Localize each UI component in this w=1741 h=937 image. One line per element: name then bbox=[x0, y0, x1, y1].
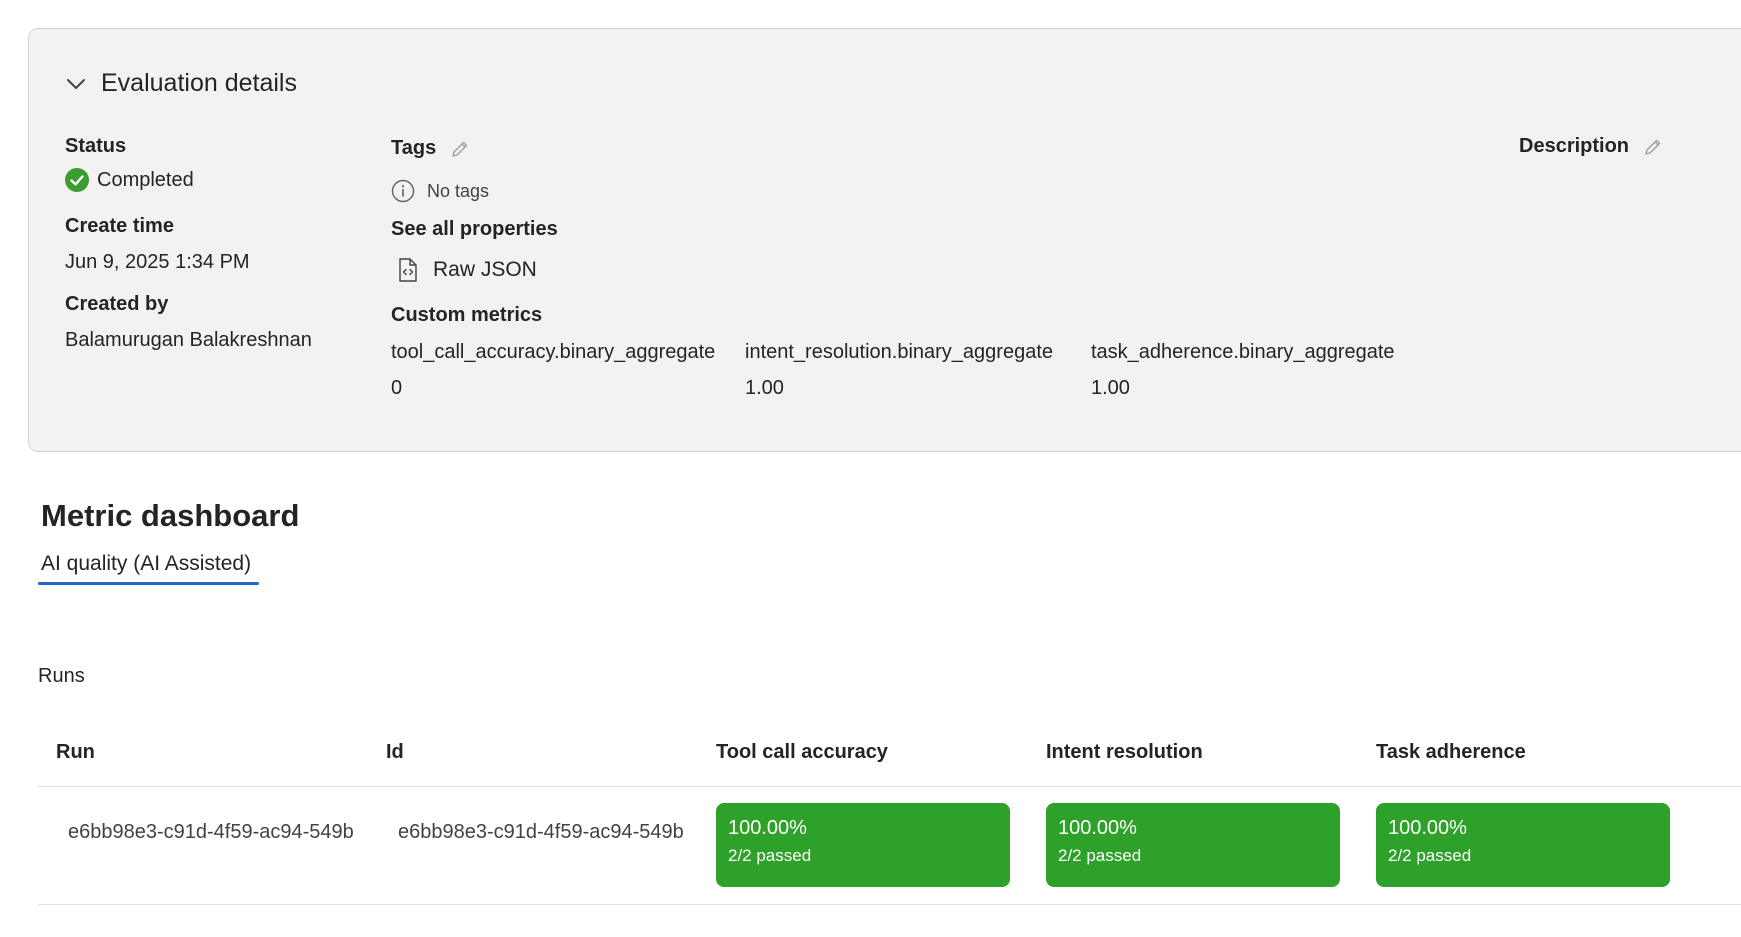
created-by-label: Created by bbox=[65, 293, 169, 315]
custom-metric-value: 0 bbox=[391, 377, 403, 399]
no-tags-row: No tags bbox=[391, 179, 489, 203]
evaluation-details-title: Evaluation details bbox=[101, 69, 297, 97]
table-header-divider bbox=[38, 786, 1741, 787]
score-percent: 100.00% bbox=[728, 817, 807, 839]
score-percent: 100.00% bbox=[1058, 817, 1137, 839]
no-tags-text: No tags bbox=[427, 180, 490, 201]
tab-ai-quality[interactable]: AI quality (AI Assisted) bbox=[41, 552, 251, 584]
tags-label: Tags bbox=[391, 137, 437, 159]
column-header-intent-resolution[interactable]: Intent resolution bbox=[1046, 741, 1203, 764]
intent-resolution-score-card[interactable]: 100.00% 2/2 passed bbox=[1046, 803, 1340, 887]
tags-header: Tags bbox=[391, 137, 470, 160]
custom-metric-name: task_adherence.binary_aggregate bbox=[1091, 341, 1395, 363]
evaluation-details-toggle[interactable]: Evaluation details bbox=[65, 69, 297, 98]
page: Evaluation details Status Completed Crea… bbox=[0, 0, 1741, 937]
column-header-id[interactable]: Id bbox=[386, 741, 404, 764]
create-time-label: Create time bbox=[65, 215, 174, 237]
run-cell[interactable]: e6bb98e3-c91d-4f59-ac94-549b bbox=[68, 821, 354, 844]
task-adherence-score-card[interactable]: 100.00% 2/2 passed bbox=[1376, 803, 1670, 887]
status-field: Status Completed bbox=[65, 135, 194, 192]
custom-metric-value: 1.00 bbox=[1091, 377, 1130, 399]
edit-description-pencil-icon[interactable] bbox=[1643, 137, 1663, 157]
code-file-icon bbox=[397, 257, 419, 283]
score-passed: 2/2 passed bbox=[728, 846, 812, 865]
metric-dashboard-title: Metric dashboard bbox=[41, 498, 300, 533]
created-by-value: Balamurugan Balakreshnan bbox=[65, 329, 312, 351]
custom-metrics-label: Custom metrics bbox=[391, 304, 543, 326]
info-icon bbox=[391, 179, 415, 203]
score-passed: 2/2 passed bbox=[1388, 846, 1472, 865]
check-circle-icon bbox=[65, 168, 89, 192]
tool-call-accuracy-score-card[interactable]: 100.00% 2/2 passed bbox=[716, 803, 1010, 887]
table-row-divider bbox=[38, 904, 1741, 905]
score-passed: 2/2 passed bbox=[1058, 846, 1142, 865]
status-value: Completed bbox=[97, 168, 194, 191]
see-all-properties-label: See all properties bbox=[391, 218, 558, 240]
evaluation-details-card: Evaluation details Status Completed Crea… bbox=[28, 28, 1741, 452]
edit-tags-pencil-icon[interactable] bbox=[450, 139, 470, 159]
chevron-down-icon[interactable] bbox=[65, 73, 87, 95]
custom-metric-value: 1.00 bbox=[745, 377, 784, 399]
description-header: Description bbox=[1519, 135, 1663, 158]
description-label: Description bbox=[1519, 135, 1630, 157]
custom-metric-name: tool_call_accuracy.binary_aggregate bbox=[391, 341, 716, 363]
column-header-run[interactable]: Run bbox=[56, 741, 95, 764]
score-percent: 100.00% bbox=[1388, 817, 1467, 839]
create-time-value: Jun 9, 2025 1:34 PM bbox=[65, 251, 250, 273]
custom-metric-name: intent_resolution.binary_aggregate bbox=[745, 341, 1053, 363]
raw-json-button[interactable]: Raw JSON bbox=[397, 257, 537, 283]
column-header-tool-call-accuracy[interactable]: Tool call accuracy bbox=[716, 741, 888, 764]
tab-selected-indicator bbox=[38, 582, 259, 585]
status-label: Status bbox=[65, 135, 127, 157]
raw-json-label: Raw JSON bbox=[433, 258, 537, 281]
column-header-task-adherence[interactable]: Task adherence bbox=[1376, 741, 1526, 764]
runs-label: Runs bbox=[38, 665, 85, 687]
id-cell: e6bb98e3-c91d-4f59-ac94-549b bbox=[398, 821, 684, 843]
